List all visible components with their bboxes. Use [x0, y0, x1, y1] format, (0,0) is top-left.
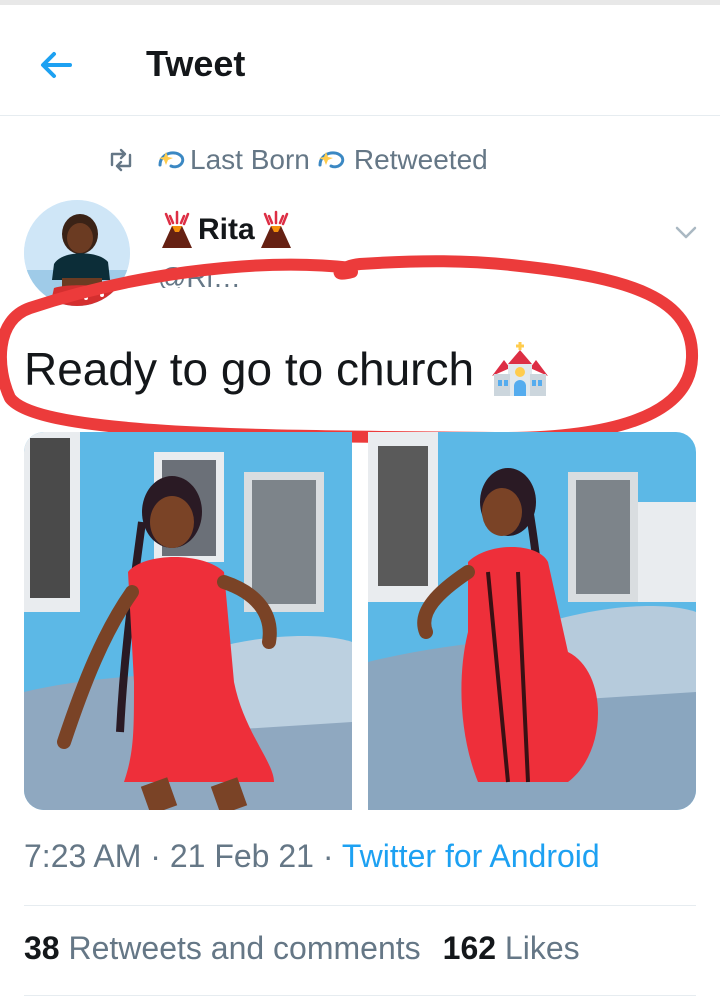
page-title: Tweet: [146, 43, 246, 84]
likes-label: Likes: [504, 930, 580, 966]
chevron-down-icon[interactable]: [672, 218, 700, 246]
church-emoji-icon: [492, 342, 549, 396]
retweets-count: 38: [24, 930, 60, 966]
author-display-name: Rita: [198, 213, 255, 246]
back-arrow-icon: [41, 52, 72, 78]
avatar-image: [24, 200, 130, 306]
dizzy-emoji-icon: [158, 151, 185, 169]
retweet-icon: [110, 148, 132, 172]
avatar[interactable]: [24, 200, 130, 306]
tweet-body: Ready to go to church: [24, 343, 475, 395]
volcano-emoji-icon: [162, 210, 192, 248]
retweeter-name: Last Born: [190, 144, 310, 175]
author-handle: @Ri…: [158, 262, 241, 288]
tweet-source-link[interactable]: Twitter for Android: [342, 838, 600, 874]
back-button[interactable]: [30, 39, 82, 91]
media-grid: [24, 432, 696, 810]
tweet-photo-2[interactable]: [368, 432, 696, 810]
tweet-date: 21 Feb 21: [169, 838, 314, 874]
engagement-stats: 38 Retweets and comments 162 Likes: [24, 930, 580, 967]
meta-separator: ·: [322, 838, 334, 874]
tweet-metadata: 7:23 AM · 21 Feb 21 · Twitter for Androi…: [24, 838, 600, 875]
author-name[interactable]: Rita: [158, 208, 295, 252]
likes-stat[interactable]: 162 Likes: [443, 930, 580, 966]
divider: [24, 905, 696, 906]
tweet-photo-1[interactable]: [24, 432, 352, 810]
retweets-label: Retweets and comments: [68, 930, 421, 966]
volcano-emoji-icon: [260, 210, 291, 248]
retweets-stat[interactable]: 38 Retweets and comments: [24, 930, 421, 966]
app-header: Tweet: [0, 5, 720, 116]
tweet-time: 7:23 AM: [24, 838, 142, 874]
photo-2-image: [368, 432, 696, 810]
retweet-context[interactable]: Last Born Retweeted: [106, 140, 488, 180]
divider: [24, 995, 696, 996]
photo-1-image: [24, 432, 352, 810]
dizzy-emoji-icon: [318, 151, 345, 169]
likes-count: 162: [442, 930, 497, 966]
retweet-label: Retweeted: [353, 144, 488, 175]
tweet-text: Ready to go to church: [24, 340, 550, 398]
meta-separator: ·: [150, 838, 161, 874]
